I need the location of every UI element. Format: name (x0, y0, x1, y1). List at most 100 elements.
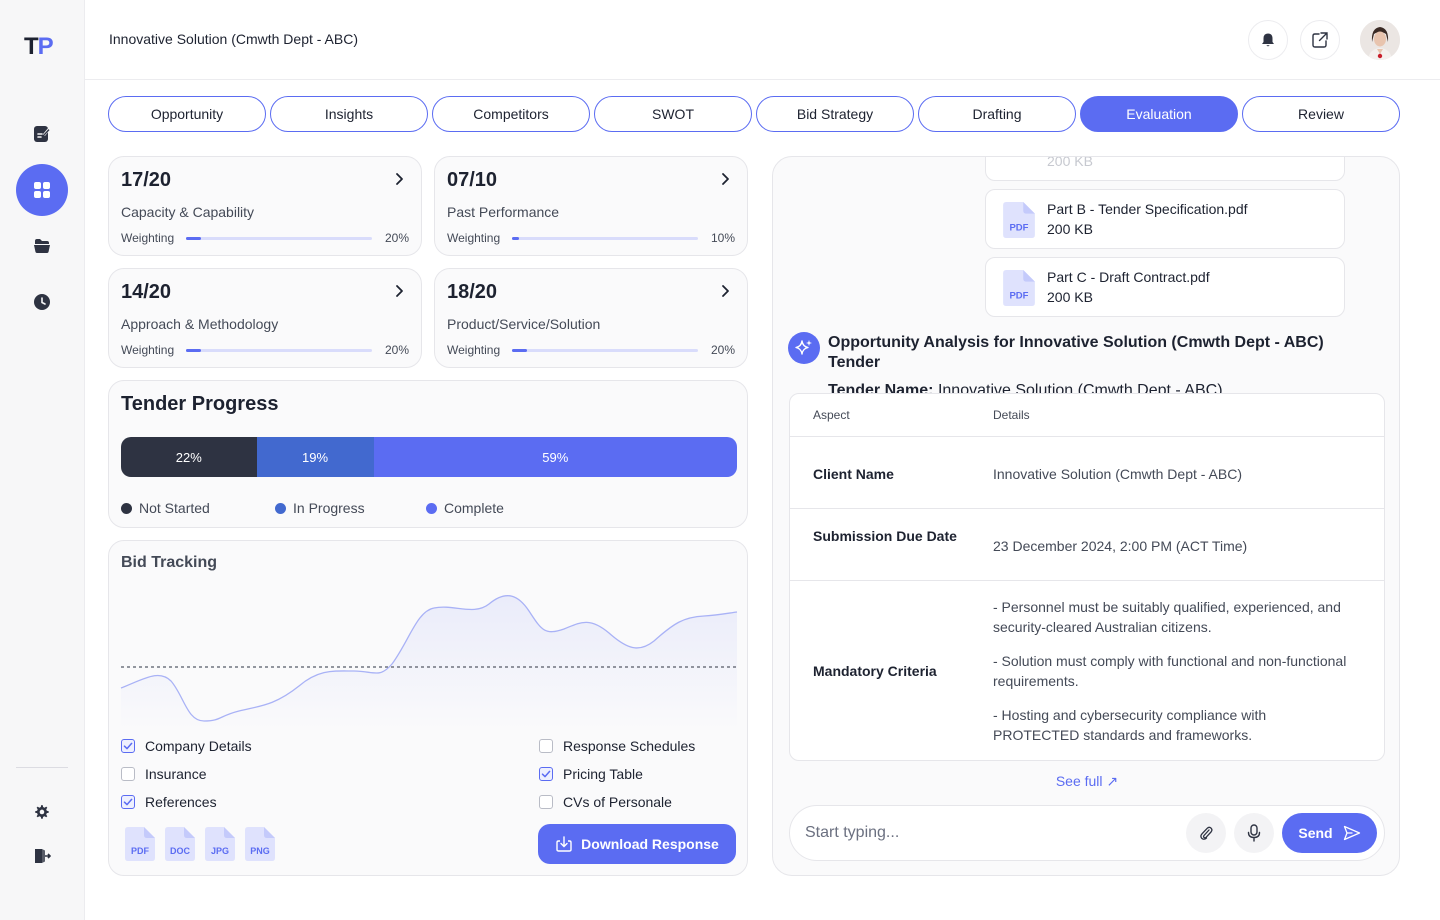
chevron-right-icon[interactable] (391, 283, 407, 299)
bid-tracking-panel: Bid Tracking Company Details Insurance Ref… (108, 540, 748, 876)
checkbox-label: References (145, 794, 217, 810)
file-size: 200 KB (1047, 221, 1093, 237)
attached-file-card[interactable]: PDF Part C - Draft Contract.pdf 200 KB (985, 257, 1345, 317)
user-photo-icon (1360, 20, 1400, 60)
user-avatar[interactable] (1360, 20, 1400, 60)
tab-swot[interactable]: SWOT (594, 96, 752, 132)
file-type-jpg[interactable]: JPG (205, 827, 235, 861)
checkbox-box[interactable] (121, 795, 135, 809)
sidebar-item-history[interactable] (16, 276, 68, 328)
legend-label: In Progress (293, 500, 365, 516)
weighting-bar-fill (512, 237, 520, 240)
weighting-percent: 20% (710, 343, 735, 357)
file-name: Part C - Draft Contract.pdf (1047, 269, 1210, 285)
score-card[interactable]: 18/20 Product/Service/Solution Weighting 20… (434, 268, 748, 368)
gear-icon (35, 805, 49, 819)
checkbox-company-details[interactable]: Company Details (121, 738, 252, 754)
checkmark-icon (541, 770, 551, 778)
see-full-link[interactable]: See full ↗ (773, 773, 1399, 790)
progress-segment: 59% (373, 437, 737, 477)
tab-review[interactable]: Review (1242, 96, 1400, 132)
send-icon (1343, 825, 1360, 841)
checkbox-box[interactable] (539, 767, 553, 781)
score-card[interactable]: 07/10 Past Performance Weighting 10% (434, 156, 748, 256)
send-button[interactable]: Send (1282, 813, 1377, 853)
weighting-bar (186, 237, 372, 240)
weighting-bar-fill (186, 237, 201, 240)
weighting-percent: 20% (384, 343, 409, 357)
checkbox-response-schedules[interactable]: Response Schedules (539, 738, 695, 754)
file-type-png[interactable]: PNG (245, 827, 275, 861)
sidebar-item-notes[interactable] (16, 108, 68, 160)
legend-label: Not Started (139, 500, 210, 516)
row-detail: - Solution must comply with functional a… (993, 653, 1347, 689)
checkbox-pricing-table[interactable]: Pricing Table (539, 766, 643, 782)
chevron-right-icon[interactable] (717, 283, 733, 299)
svg-text:PDF: PDF (1009, 223, 1028, 234)
sidebar-item-folders[interactable] (16, 220, 68, 272)
pdf-file-icon: PDF (1003, 270, 1035, 306)
pdf-file-icon: PDF (125, 827, 155, 861)
svg-text:PDF: PDF (131, 846, 150, 856)
send-label: Send (1298, 825, 1333, 841)
checkbox-references[interactable]: References (121, 794, 217, 810)
attached-file-card[interactable]: PDF Part B - Tender Specification.pdf 200 … (985, 189, 1345, 249)
row-aspect-client-name: Client Name (813, 466, 894, 482)
row-detail: Innovative Solution (Cmwth Dept - ABC) (993, 466, 1242, 482)
notifications-button[interactable] (1248, 20, 1288, 60)
tab-drafting[interactable]: Drafting (918, 96, 1076, 132)
chevron-right-icon[interactable] (391, 171, 407, 187)
external-link-icon (1312, 32, 1328, 48)
tab-insights[interactable]: Insights (270, 96, 428, 132)
tab-competitors[interactable]: Competitors (432, 96, 590, 132)
score-value: 07/10 (447, 169, 498, 191)
chevron-right-icon[interactable] (717, 171, 733, 187)
bid-tracking-title: Bid Tracking (121, 554, 218, 571)
doc-file-icon: DOC (165, 827, 195, 861)
sidebar-item-logout[interactable] (16, 830, 68, 882)
criterion-label: Approach & Methodology (121, 316, 279, 332)
checkbox-label: Response Schedules (563, 738, 696, 754)
top-header: Innovative Solution (Cmwth Dept - ABC) (85, 0, 1440, 80)
score-card[interactable]: 14/20 Approach & Methodology Weighting 20% (108, 268, 422, 368)
tab-bid-strategy[interactable]: Bid Strategy (756, 96, 914, 132)
checkbox-insurance[interactable]: Insurance (121, 766, 206, 782)
weighting-label: Weighting (121, 231, 175, 245)
checkbox-box[interactable] (121, 767, 135, 781)
edit-document-icon (34, 126, 50, 142)
tender-progress-bar: 22% 19% 59% (121, 437, 737, 477)
voice-input-button[interactable] (1234, 813, 1274, 853)
folder-icon (34, 239, 50, 253)
open-external-button[interactable] (1300, 20, 1340, 60)
checkbox-cvs-of-personale[interactable]: CVs of Personale (539, 794, 672, 810)
score-value: 14/20 (121, 281, 172, 303)
attach-button[interactable] (1186, 813, 1226, 853)
table-divider (790, 436, 1384, 437)
analysis-table: Aspect Details Client Name Innovative Sol… (789, 393, 1385, 761)
checkbox-box[interactable] (539, 795, 553, 809)
checkbox-box[interactable] (539, 739, 553, 753)
checkbox-box[interactable] (121, 739, 135, 753)
app-logo[interactable]: TP (24, 33, 54, 61)
checkmark-icon (123, 742, 133, 750)
criterion-label: Capacity & Capability (121, 204, 255, 220)
file-card-partial[interactable]: 200 KB (985, 157, 1345, 181)
weighting-percent: 20% (384, 231, 409, 245)
tab-evaluation[interactable]: Evaluation (1080, 96, 1238, 132)
legend-dot (426, 502, 437, 514)
row-aspect-mandatory-criteria: Mandatory Criteria (813, 663, 937, 679)
png-file-icon: PNG (245, 827, 275, 861)
file-type-doc[interactable]: DOC (165, 827, 195, 861)
sparkle-icon (795, 340, 812, 355)
checkbox-label: Insurance (145, 766, 207, 782)
tab-opportunity[interactable]: Opportunity (108, 96, 266, 132)
score-card[interactable]: 17/20 Capacity & Capability Weighting 20% (108, 156, 422, 256)
tab-bar: Opportunity Insights Competitors SWOT Bid St… (108, 96, 1400, 132)
tender-progress-title: Tender Progress (121, 393, 279, 415)
message-input[interactable] (805, 820, 1175, 846)
weighting-label: Weighting (447, 231, 501, 245)
legend-not-started: Not Started (121, 500, 210, 516)
download-response-button[interactable]: Download Response (538, 824, 736, 864)
sidebar-item-dashboard[interactable] (16, 164, 68, 216)
file-type-pdf[interactable]: PDF (125, 827, 155, 861)
